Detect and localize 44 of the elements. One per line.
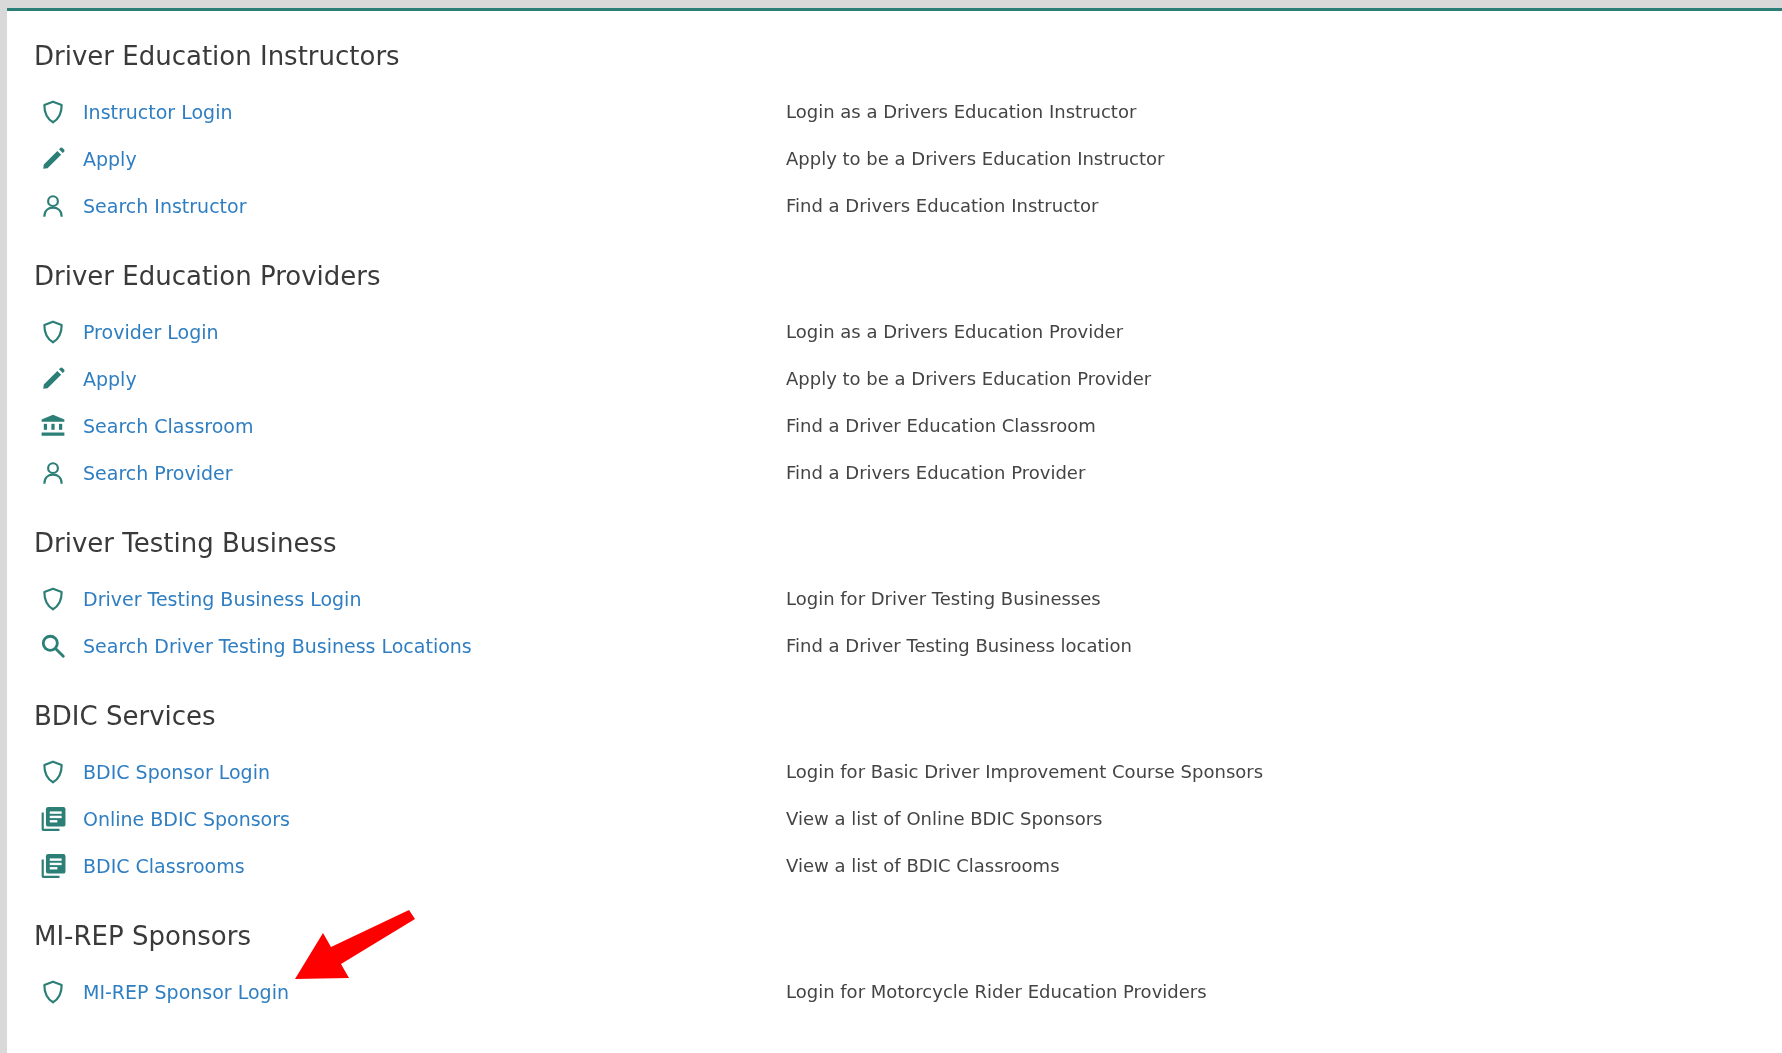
document-list-icon <box>40 852 66 879</box>
nav-link[interactable]: Apply <box>83 147 137 170</box>
link-description: View a list of Online BDIC Sponsors <box>786 808 1104 829</box>
link-description: View a list of BDIC Classrooms <box>786 855 1061 876</box>
document-list-icon <box>40 805 66 832</box>
section-heading: MI-REP Sponsors <box>34 920 252 953</box>
link-description: Login as a Drivers Education Instructor <box>786 101 1138 122</box>
shield-icon <box>40 758 66 785</box>
link-description: Login for Basic Driver Improvement Course Sponsors <box>786 761 1265 782</box>
nav-link[interactable]: BDIC Sponsor Login <box>83 760 270 783</box>
nav-link[interactable]: Driver Testing Business Login <box>83 587 362 610</box>
link-description: Apply to be a Drivers Education Provider <box>786 368 1153 389</box>
link-description: Find a Driver Testing Business location <box>786 635 1133 656</box>
nav-link[interactable]: Online BDIC Sponsors <box>83 807 290 830</box>
nav-link[interactable]: Apply <box>83 367 137 390</box>
shield-icon <box>40 585 66 612</box>
nav-link[interactable]: Search Provider <box>83 461 233 484</box>
shield-icon <box>40 98 66 125</box>
section-heading: Driver Education Instructors <box>34 40 401 73</box>
pencil-icon <box>40 145 66 172</box>
link-description: Apply to be a Drivers Education Instructor <box>786 148 1166 169</box>
section-heading: Driver Education Providers <box>34 260 382 293</box>
link-description: Login as a Drivers Education Provider <box>786 321 1125 342</box>
building-icon <box>40 412 66 439</box>
nav-link[interactable]: Provider Login <box>83 320 219 343</box>
nav-link[interactable]: Search Driver Testing Business Locations <box>83 634 472 657</box>
link-description: Find a Drivers Education Provider <box>786 462 1087 483</box>
search-icon <box>40 632 66 659</box>
nav-link[interactable]: MI-REP Sponsor Login <box>83 980 289 1003</box>
nav-link[interactable]: Instructor Login <box>83 100 233 123</box>
link-description: Login for Motorcycle Rider Education Providers <box>786 981 1208 1002</box>
link-description: Find a Driver Education Classroom <box>786 415 1097 436</box>
section-heading: Driver Testing Business <box>34 527 338 560</box>
pencil-icon <box>40 365 66 392</box>
shield-icon <box>40 978 66 1005</box>
nav-link[interactable]: BDIC Classrooms <box>83 854 245 877</box>
person-icon <box>40 192 66 219</box>
person-icon <box>40 459 66 486</box>
link-description: Login for Driver Testing Businesses <box>786 588 1102 609</box>
nav-link[interactable]: Search Instructor <box>83 194 247 217</box>
link-description: Find a Drivers Education Instructor <box>786 195 1100 216</box>
shield-icon <box>40 318 66 345</box>
nav-link[interactable]: Search Classroom <box>83 414 254 437</box>
section-heading: BDIC Services <box>34 700 217 733</box>
